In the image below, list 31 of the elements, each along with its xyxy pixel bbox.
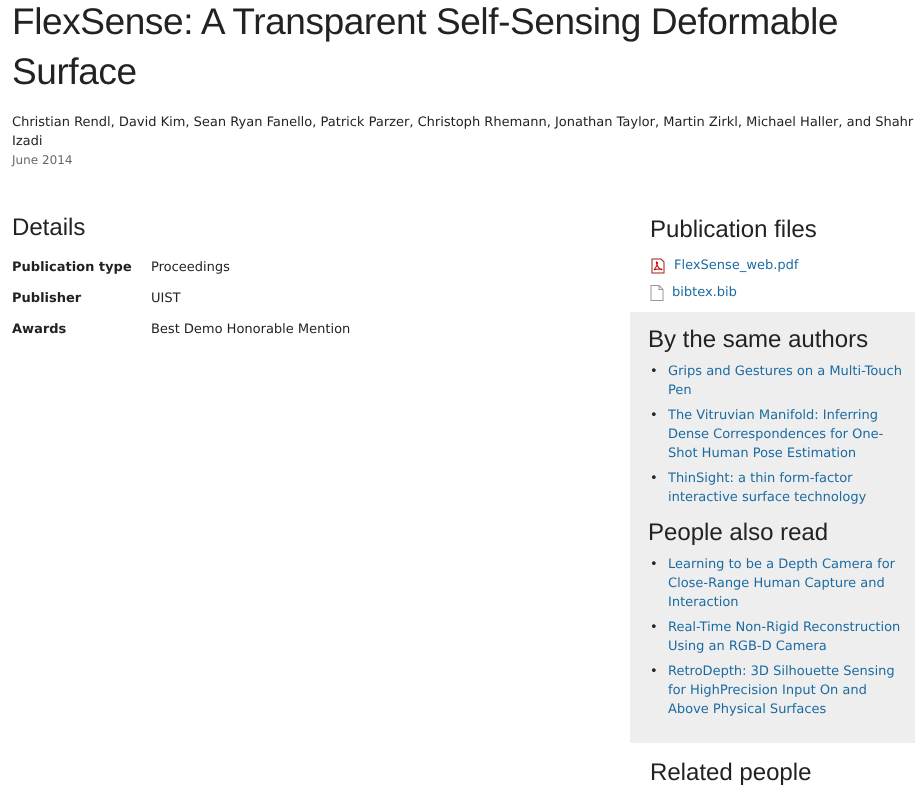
bullet: • — [649, 363, 659, 381]
detail-label: Publication type — [12, 259, 133, 277]
bullet: • — [649, 556, 659, 574]
file-link[interactable]: bibtex.bib — [672, 283, 737, 302]
bullet: • — [649, 619, 659, 637]
section-heading: Details — [12, 213, 86, 243]
section-heading: People also read — [648, 518, 830, 548]
detail-label: Awards — [12, 321, 68, 339]
file-icon — [650, 284, 664, 300]
detail-value: UIST — [151, 290, 181, 308]
detail-value: Best Demo Honorable Mention — [151, 321, 350, 339]
section-heading: Publication files — [650, 215, 818, 245]
publication-date: June 2014 — [12, 152, 74, 169]
section-heading: Related people — [650, 758, 812, 788]
pdf-file-icon — [650, 258, 666, 274]
file-link[interactable]: FlexSense_web.pdf — [674, 256, 798, 275]
related-link[interactable]: RetroDepth: 3D Silhouette Sensing for HighPrecision Input On and Above Physical Surfaces — [668, 662, 905, 719]
page-title: FlexSense: A Transparent Self-Sensing Deformable Surface — [12, 0, 840, 94]
related-link[interactable]: Grips and Gestures on a Multi-Touch Pen — [668, 362, 905, 400]
author-list: Christian Rendl, David Kim, Sean Ryan Fanello, Patrick Parzer, Christoph Rhemann, Jonathan Taylor, Martin Zirkl, Michael Haller, and Shahr — [12, 113, 915, 132]
author-list: Izadi — [12, 132, 915, 151]
detail-value: Proceedings — [151, 259, 230, 277]
related-link[interactable]: Real-Time Non-Rigid Reconstruction Using an RGB-D Camera — [668, 618, 905, 656]
related-link[interactable]: Learning to be a Depth Camera for Close-Range Human Capture and Interaction — [668, 555, 905, 612]
detail-label: Publisher — [12, 290, 82, 308]
bullet: • — [649, 663, 659, 681]
bullet: • — [649, 407, 659, 425]
bullet: • — [649, 470, 659, 488]
section-heading: By the same authors — [648, 325, 870, 355]
related-link[interactable]: The Vitruvian Manifold: Inferring Dense Correspondences for One-Shot Human Pose Estimation — [668, 406, 905, 463]
related-link[interactable]: ThinSight: a thin form-factor interactive surface technology — [668, 469, 905, 507]
